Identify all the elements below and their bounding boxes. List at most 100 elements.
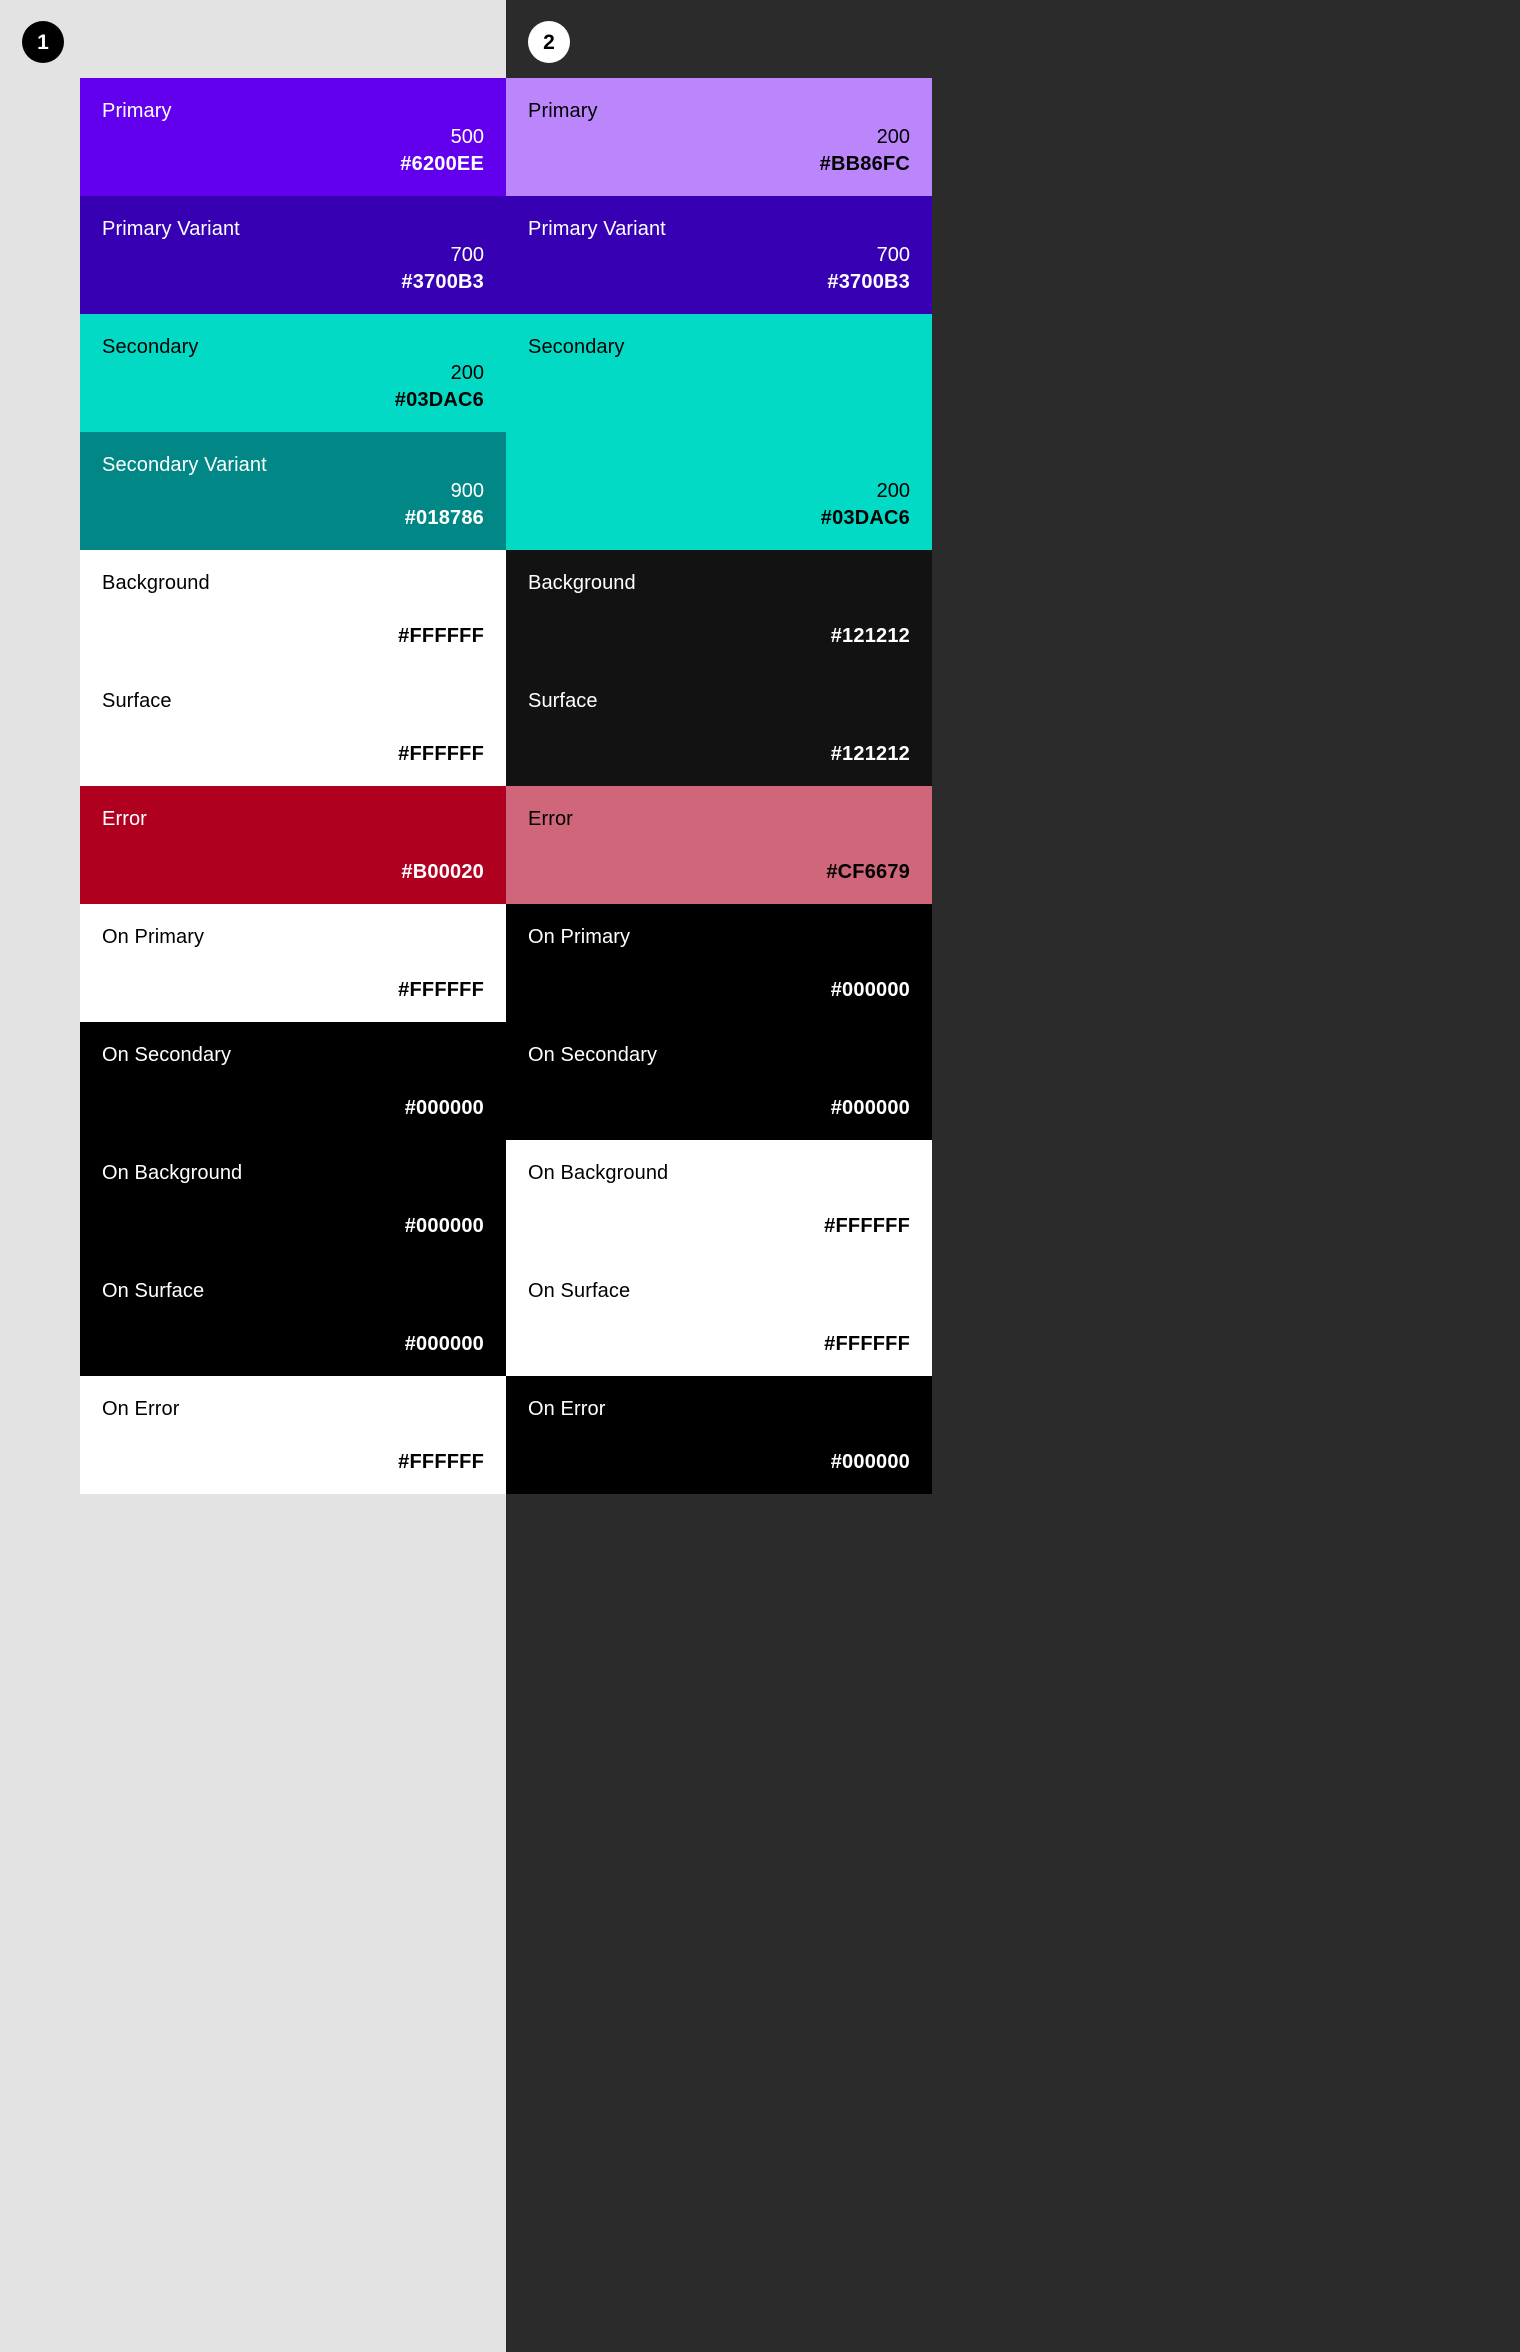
swatch-meta: #CF6679 — [528, 859, 910, 886]
color-swatch: Primary Variant 700 #3700B3 — [80, 196, 506, 314]
swatch-meta: #000000 — [528, 1095, 910, 1122]
swatch-name: On Primary — [102, 926, 205, 948]
swatch-hex-value: #B00020 — [401, 861, 484, 883]
swatch-hex-value: #000000 — [830, 979, 910, 1001]
swatch-name: On Primary — [528, 926, 631, 948]
swatch-name: Error — [102, 808, 147, 830]
color-swatch: Background #FFFFFF — [80, 550, 506, 668]
swatch-tone: 200 — [876, 126, 910, 148]
color-swatch: On Primary #FFFFFF — [80, 904, 506, 1022]
swatch-meta: 700 #3700B3 — [102, 242, 484, 296]
color-swatch: On Error #FFFFFF — [80, 1376, 506, 1494]
swatch-meta: 200 #BB86FC — [528, 124, 910, 178]
swatch-hex-value: #000000 — [830, 1451, 910, 1473]
swatch-name: Primary — [102, 100, 172, 122]
color-swatch: Secondary 200 #03DAC6 — [506, 314, 932, 550]
swatch-meta: #000000 — [528, 977, 910, 1004]
color-swatch: On Error #000000 — [506, 1376, 932, 1494]
swatch-name: Surface — [102, 690, 172, 712]
swatch-meta: #000000 — [102, 1213, 484, 1240]
callout-badge-1: 1 — [22, 21, 64, 63]
swatch-meta: #000000 — [102, 1331, 484, 1358]
swatch-tone: 200 — [876, 480, 910, 502]
swatch-hex-value: #03DAC6 — [394, 389, 484, 411]
callout-badge-1-label: 1 — [37, 30, 49, 54]
swatch-meta: 700 #3700B3 — [528, 242, 910, 296]
swatch-name: Error — [528, 808, 573, 830]
swatch-meta: #FFFFFF — [102, 977, 484, 1004]
color-swatch: On Surface #FFFFFF — [506, 1258, 932, 1376]
color-swatch: Primary Variant 700 #3700B3 — [506, 196, 932, 314]
swatch-hex-value: #6200EE — [400, 153, 484, 175]
color-swatch: Error #B00020 — [80, 786, 506, 904]
color-swatch: On Secondary #000000 — [80, 1022, 506, 1140]
light-theme-palette-column: Primary 500 #6200EE Primary Variant 700 #3700… — [80, 78, 506, 1494]
color-swatch: Surface #121212 — [506, 668, 932, 786]
swatch-name: On Error — [102, 1398, 180, 1420]
swatch-hex-value: #3700B3 — [827, 271, 910, 293]
dark-theme-palette-column: Primary 200 #BB86FC Primary Variant 700 #3700… — [506, 78, 932, 1494]
swatch-hex-value: #BB86FC — [819, 153, 910, 175]
swatch-name: Primary Variant — [528, 218, 666, 240]
swatch-meta: 200 #03DAC6 — [528, 478, 910, 532]
color-swatch: Error #CF6679 — [506, 786, 932, 904]
swatch-name: Surface — [528, 690, 598, 712]
swatch-hex-value: #121212 — [830, 625, 910, 647]
swatch-hex-value: #121212 — [830, 743, 910, 765]
color-swatch: On Background #FFFFFF — [506, 1140, 932, 1258]
swatch-meta: 900 #018786 — [102, 478, 484, 532]
swatch-name: Secondary Variant — [102, 454, 267, 476]
swatch-meta: #121212 — [528, 741, 910, 768]
color-swatch: On Secondary #000000 — [506, 1022, 932, 1140]
swatch-meta: #FFFFFF — [528, 1213, 910, 1240]
swatch-name: Background — [528, 572, 636, 594]
swatch-name: On Secondary — [528, 1044, 658, 1066]
swatch-name: Primary — [528, 100, 598, 122]
swatch-meta: #000000 — [528, 1449, 910, 1476]
swatch-meta: #000000 — [102, 1095, 484, 1122]
swatch-hex-value: #018786 — [404, 507, 484, 529]
swatch-name: Primary Variant — [102, 218, 240, 240]
swatch-name: On Secondary — [102, 1044, 232, 1066]
swatch-hex-value: #FFFFFF — [398, 979, 484, 1001]
swatch-hex-value: #03DAC6 — [820, 507, 910, 529]
color-swatch: Primary 200 #BB86FC — [506, 78, 932, 196]
swatch-name: Background — [102, 572, 210, 594]
swatch-meta: #FFFFFF — [528, 1331, 910, 1358]
callout-badge-2: 2 — [528, 21, 570, 63]
color-swatch: Secondary 200 #03DAC6 — [80, 314, 506, 432]
color-swatch: Secondary Variant 900 #018786 — [80, 432, 506, 550]
callout-badge-2-label: 2 — [543, 30, 555, 54]
swatch-meta: #FFFFFF — [102, 623, 484, 650]
swatch-meta: 200 #03DAC6 — [102, 360, 484, 414]
swatch-name: On Error — [528, 1398, 606, 1420]
swatch-hex-value: #000000 — [830, 1097, 910, 1119]
swatch-hex-value: #FFFFFF — [398, 743, 484, 765]
swatch-tone: 700 — [876, 244, 910, 266]
swatch-hex-value: #CF6679 — [826, 861, 910, 883]
swatch-meta: #FFFFFF — [102, 741, 484, 768]
color-swatch: On Primary #000000 — [506, 904, 932, 1022]
swatch-name: On Background — [528, 1162, 669, 1184]
swatch-name: Secondary — [528, 336, 625, 358]
swatch-hex-value: #000000 — [404, 1215, 484, 1237]
color-swatch: On Surface #000000 — [80, 1258, 506, 1376]
swatch-name: On Surface — [102, 1280, 205, 1302]
swatch-meta: #121212 — [528, 623, 910, 650]
swatch-name: Secondary — [102, 336, 199, 358]
swatch-hex-value: #3700B3 — [401, 271, 484, 293]
swatch-hex-value: #FFFFFF — [398, 1451, 484, 1473]
swatch-name: On Background — [102, 1162, 243, 1184]
swatch-hex-value: #000000 — [404, 1097, 484, 1119]
swatch-hex-value: #FFFFFF — [824, 1333, 910, 1355]
swatch-meta: 500 #6200EE — [102, 124, 484, 178]
color-swatch: Primary 500 #6200EE — [80, 78, 506, 196]
swatch-tone: 700 — [450, 244, 484, 266]
swatch-hex-value: #000000 — [404, 1333, 484, 1355]
swatch-hex-value: #FFFFFF — [398, 625, 484, 647]
swatch-meta: #B00020 — [102, 859, 484, 886]
color-swatch: Surface #FFFFFF — [80, 668, 506, 786]
color-palette-comparison: 1 2 Primary 500 #6200EE Primary Variant 700 #… — [0, 0, 1520, 2352]
swatch-tone: 900 — [450, 480, 484, 502]
swatch-tone: 200 — [450, 362, 484, 384]
